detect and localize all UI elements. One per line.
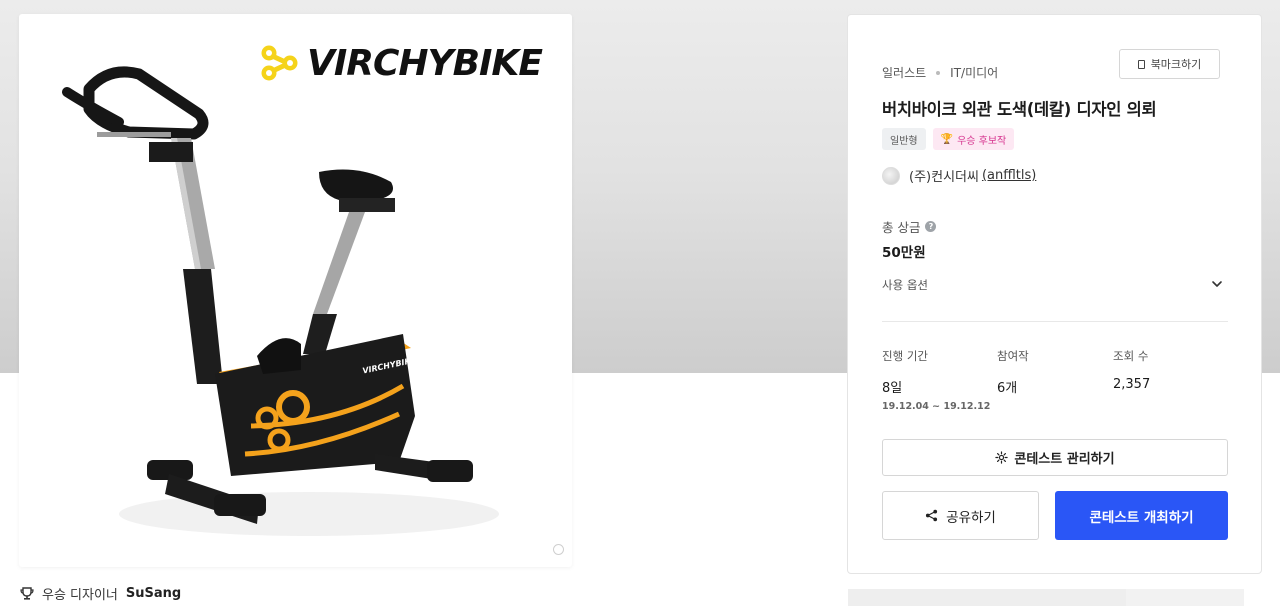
bookmark-icon: [1137, 59, 1145, 69]
stat-views: 조회 수 2,357: [1113, 348, 1150, 392]
chevron-down-icon[interactable]: [1210, 277, 1224, 291]
next-section-preview: [848, 589, 1126, 606]
manage-contest-label: 콘테스트 관리하기: [1014, 452, 1115, 467]
info-icon[interactable]: [553, 544, 564, 555]
divider: [882, 321, 1228, 322]
bookmark-button[interactable]: 북마크하기: [1119, 49, 1220, 79]
stat-entries: 참여작 6개: [997, 348, 1029, 396]
share-button[interactable]: 공유하기: [882, 491, 1039, 540]
stat-label: 진행 기간: [882, 349, 928, 363]
prize-label: 총 상금 ?: [882, 217, 937, 236]
share-icon: [926, 509, 938, 522]
winner-info: 우승 디자이너 SuSang: [20, 584, 181, 603]
prize-label-text: 총 상금: [882, 220, 921, 235]
breadcrumb: 일러스트 IT/미디어: [882, 64, 998, 81]
trophy-icon: [20, 586, 34, 600]
stat-label: 조회 수: [1113, 349, 1149, 363]
stat-duration: 진행 기간 8일 19.12.04 ~ 19.12.12: [882, 348, 990, 412]
winner-prefix: 우승 디자이너: [42, 588, 118, 603]
host-handle-link[interactable]: (anffltls): [982, 168, 1036, 183]
avatar: [882, 166, 900, 185]
host-name: (주)컨시더씨: [909, 170, 979, 185]
stat-value: 8일: [882, 381, 903, 396]
candidate-badge: 🏆 우승 후보작: [932, 128, 1015, 150]
stat-value: 2,357: [1113, 377, 1151, 392]
help-icon[interactable]: ?: [925, 221, 937, 232]
trophy-icon: 🏆: [940, 133, 954, 145]
stat-label: 참여작: [997, 349, 1029, 363]
contest-tags: 일반형 🏆 우승 후보작: [882, 128, 1015, 150]
share-label: 공유하기: [946, 509, 996, 526]
prize-value: 50만원: [882, 245, 926, 261]
candidate-badge-label: 우승 후보작: [957, 135, 1007, 147]
bookmark-label: 북마크하기: [1150, 58, 1202, 71]
type-badge: 일반형: [882, 128, 926, 150]
host-contest-label: 콘테스트 개최하기: [1089, 509, 1194, 526]
breadcrumb-item-subcategory[interactable]: IT/미디어: [950, 64, 998, 81]
host-contest-button[interactable]: 콘테스트 개최하기: [1055, 491, 1228, 540]
next-section-preview-thumbnail: [1126, 589, 1244, 606]
winner-name[interactable]: SuSang: [126, 586, 181, 601]
exercise-bike-illustration: [62, 66, 499, 536]
stat-date-range: 19.12.04 ~ 19.12.12: [882, 401, 991, 412]
manage-contest-button[interactable]: 콘테스트 관리하기: [882, 439, 1228, 476]
breadcrumb-separator: [936, 70, 941, 75]
host-info: (주)컨시더씨 (anffltls): [882, 166, 1036, 185]
breadcrumb-item-category[interactable]: 일러스트: [882, 64, 926, 81]
stat-value: 6개: [997, 381, 1018, 396]
gear-icon: [995, 451, 1009, 464]
usage-option-label[interactable]: 사용 옵션: [882, 277, 928, 293]
product-image[interactable]: VIRCHYBIKE VIRCHYBIKE: [19, 14, 572, 567]
contest-info-panel: 일러스트 IT/미디어 북마크하기 버치바이크 외관 도색(데칼) 디자인 의뢰…: [847, 14, 1262, 574]
contest-title: 버치바이크 외관 도색(데칼) 디자인 의뢰: [882, 100, 1157, 119]
